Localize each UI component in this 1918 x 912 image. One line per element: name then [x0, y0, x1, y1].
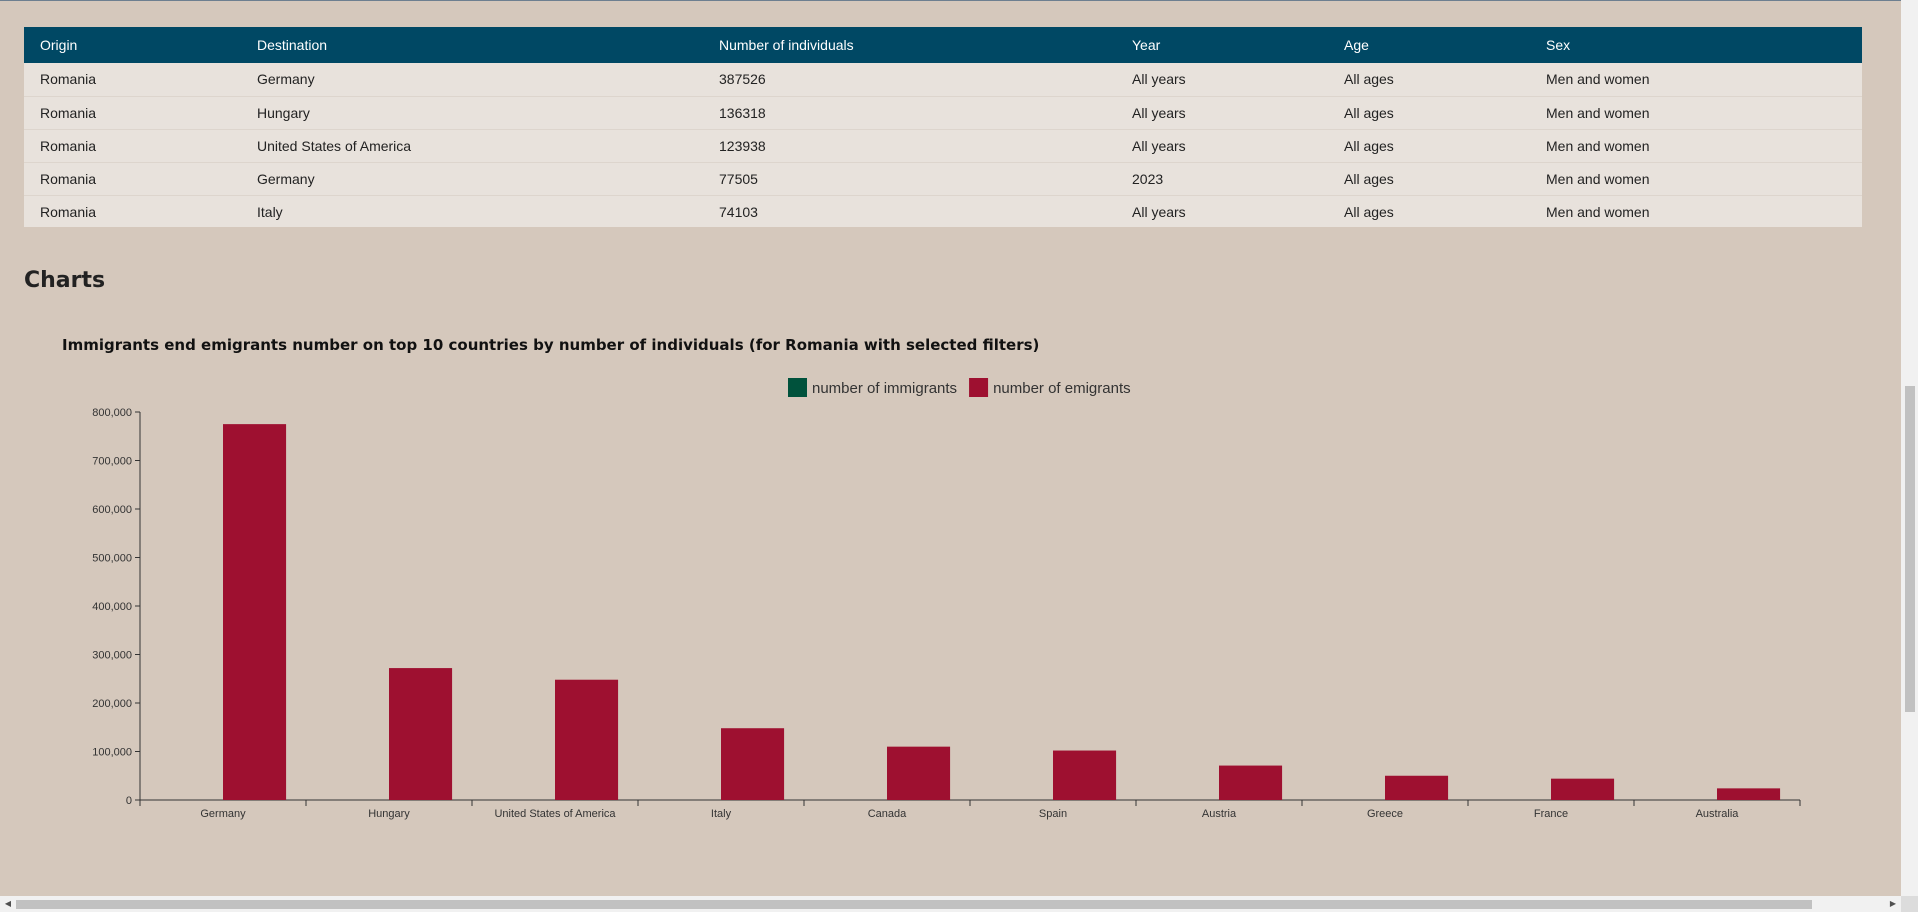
- bar: [1385, 775, 1449, 800]
- table-header-row: Origin Destination Number of individuals…: [24, 27, 1862, 63]
- cell-origin: Romania: [40, 203, 97, 220]
- cell-destination: United States of America: [257, 137, 412, 154]
- cell-year: All years: [1132, 137, 1186, 154]
- top-border: [0, 0, 1918, 1]
- bar: [1053, 750, 1117, 800]
- cell-year: All years: [1132, 104, 1186, 121]
- bar-chart: number of immigrants number of emigrants 0…: [92, 378, 1801, 820]
- page-hscroll-thumb[interactable]: [16, 900, 1812, 909]
- cell-origin: Romania: [40, 170, 97, 187]
- cell-age: All ages: [1344, 170, 1394, 187]
- section-title: Charts: [24, 268, 106, 293]
- cell-number: 136318: [719, 104, 766, 121]
- y-tick-label: 100,000: [92, 747, 132, 759]
- cell-origin: Romania: [40, 137, 97, 154]
- x-tick-label: Hungary: [368, 808, 410, 820]
- page-horizontal-scrollbar[interactable]: ◀ ▶: [0, 896, 1901, 912]
- table-row: Romania Germany 387526 All years All age…: [24, 63, 1862, 96]
- bar: [389, 668, 453, 800]
- legend-label: number of immigrants: [812, 380, 957, 397]
- cell-age: All ages: [1344, 203, 1394, 220]
- scroll-right-icon[interactable]: ▶: [1885, 896, 1901, 912]
- scroll-left-icon[interactable]: ◀: [0, 896, 16, 912]
- x-tick-label: Germany: [200, 808, 246, 820]
- cell-sex: Men and women: [1546, 170, 1650, 187]
- cell-destination: Italy: [257, 203, 283, 220]
- column-header-number[interactable]: Number of individuals: [703, 27, 1116, 63]
- y-tick-label: 300,000: [92, 650, 132, 662]
- y-tick-label: 200,000: [92, 698, 132, 710]
- column-header-year[interactable]: Year: [1116, 27, 1328, 63]
- column-header-origin[interactable]: Origin: [24, 27, 241, 63]
- page-vertical-scrollbar[interactable]: [1901, 0, 1918, 896]
- x-tick-label: Spain: [1039, 808, 1067, 820]
- table-row: Romania United States of America 123938 …: [24, 129, 1862, 162]
- table-row: Romania Hungary 136318 All years All age…: [24, 96, 1862, 129]
- x-tick-label: Australia: [1696, 808, 1740, 820]
- y-tick-label: 400,000: [92, 601, 132, 613]
- cell-sex: Men and women: [1546, 71, 1650, 88]
- column-header-sex[interactable]: Sex: [1530, 27, 1862, 63]
- cell-sex: Men and women: [1546, 137, 1650, 154]
- cell-sex: Men and women: [1546, 104, 1650, 121]
- y-tick-label: 500,000: [92, 553, 132, 565]
- cell-number: 123938: [719, 137, 766, 154]
- bar: [1219, 765, 1283, 800]
- chart-title: Immigrants end emigrants number on top 1…: [62, 336, 1040, 354]
- scrollbar-corner: [1901, 896, 1918, 912]
- cell-year: All years: [1132, 203, 1186, 220]
- bar: [223, 424, 287, 800]
- x-tick-label: Greece: [1367, 808, 1403, 820]
- legend-swatch: [788, 378, 807, 397]
- x-tick-label: Austria: [1202, 808, 1237, 820]
- page-scroll-thumb[interactable]: [1905, 386, 1915, 712]
- bar: [887, 746, 951, 800]
- cell-number: 77505: [719, 170, 758, 187]
- cell-destination: Germany: [257, 71, 315, 88]
- cell-year: 2023: [1132, 170, 1164, 187]
- bar: [1551, 778, 1615, 800]
- bar: [555, 679, 619, 800]
- y-tick-label: 600,000: [92, 504, 132, 516]
- x-tick-label: Italy: [711, 808, 732, 820]
- cell-age: All ages: [1344, 104, 1394, 121]
- cell-age: All ages: [1344, 71, 1394, 88]
- column-header-age[interactable]: Age: [1328, 27, 1530, 63]
- cell-sex: Men and women: [1546, 203, 1650, 220]
- y-tick-label: 0: [126, 795, 132, 807]
- bar: [721, 728, 785, 800]
- cell-destination: Hungary: [257, 104, 310, 121]
- cell-origin: Romania: [40, 104, 97, 121]
- data-table: Origin Destination Number of individuals…: [24, 27, 1862, 227]
- legend-label: number of emigrants: [993, 380, 1131, 397]
- x-tick-label: United States of America: [494, 808, 616, 820]
- cell-year: All years: [1132, 71, 1186, 88]
- cell-age: All ages: [1344, 137, 1394, 154]
- y-tick-label: 700,000: [92, 456, 132, 468]
- table-row: Romania Germany 77505 2023 All ages Men …: [24, 162, 1862, 195]
- x-tick-label: France: [1534, 808, 1568, 820]
- cell-destination: Germany: [257, 170, 315, 187]
- column-header-destination[interactable]: Destination: [241, 27, 703, 63]
- data-table-container[interactable]: Origin Destination Number of individuals…: [24, 27, 1879, 227]
- bar: [1717, 788, 1781, 800]
- y-tick-label: 800,000: [92, 407, 132, 419]
- table-row: Romania Italy 74103 All years All ages M…: [24, 195, 1862, 227]
- cell-number: 74103: [719, 203, 758, 220]
- x-tick-label: Canada: [868, 808, 907, 820]
- legend-swatch: [969, 378, 989, 397]
- cell-origin: Romania: [40, 71, 97, 88]
- cell-number: 387526: [719, 71, 766, 88]
